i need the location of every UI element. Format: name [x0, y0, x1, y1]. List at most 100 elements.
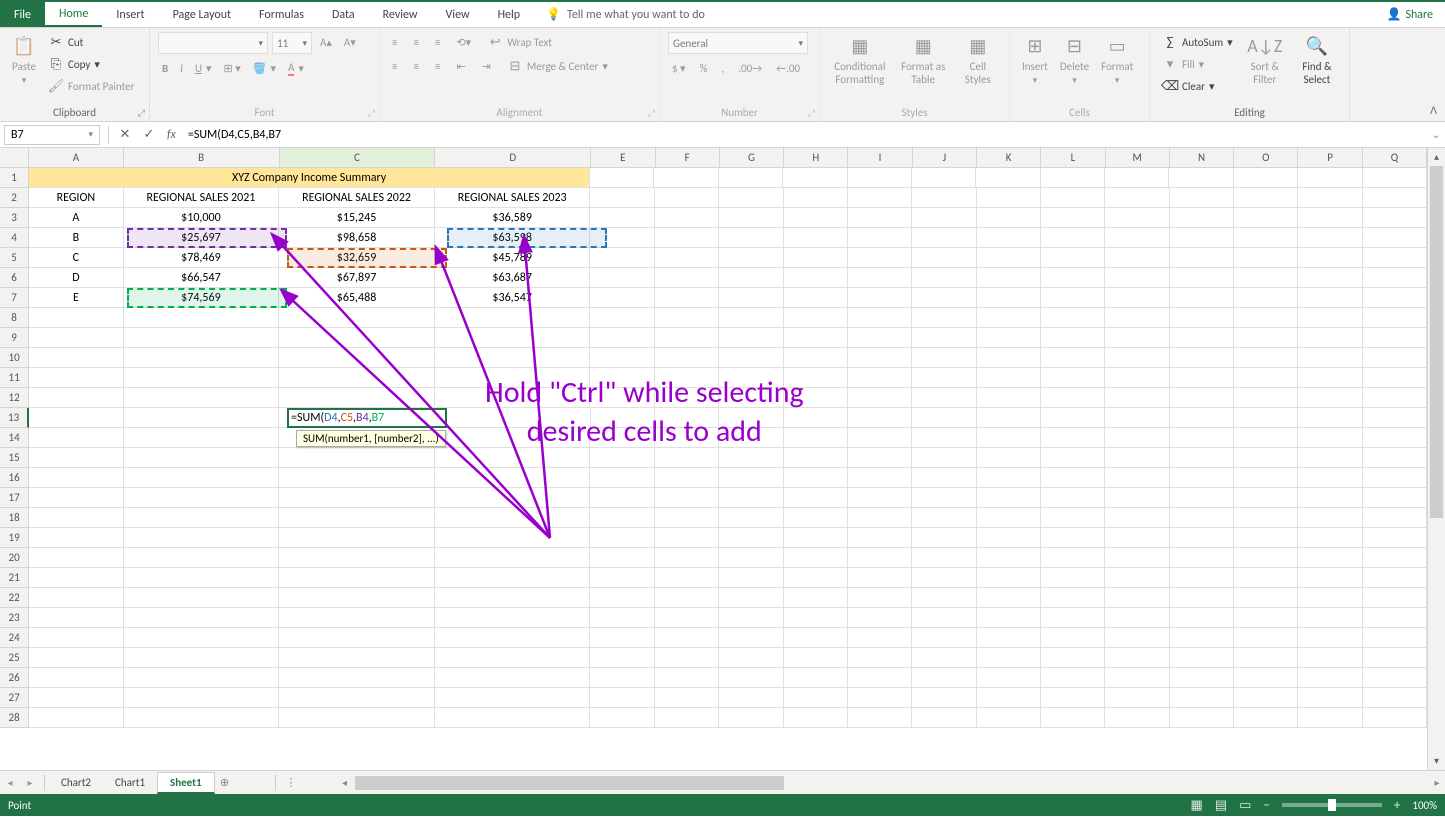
cell-P23[interactable] [1298, 608, 1362, 628]
cell-L7[interactable] [1041, 288, 1105, 308]
cell-J2[interactable] [912, 188, 976, 208]
bold-button[interactable]: B [158, 58, 172, 78]
cell-F16[interactable] [655, 468, 719, 488]
insert-cells-button[interactable]: ⊞Insert▾ [1018, 32, 1052, 88]
align-top-button[interactable]: ≡ [388, 32, 401, 52]
cell-L17[interactable] [1041, 488, 1105, 508]
cell-E9[interactable] [590, 328, 654, 348]
cell-M27[interactable] [1105, 688, 1169, 708]
cell-J12[interactable] [912, 388, 976, 408]
cell-N14[interactable] [1170, 428, 1234, 448]
cell-G9[interactable] [719, 328, 783, 348]
zoom-in-button[interactable]: + [1394, 798, 1400, 813]
sheet-tab-chart2[interactable]: Chart2 [49, 772, 103, 794]
cell-Q22[interactable] [1363, 588, 1427, 608]
cell-I24[interactable] [848, 628, 912, 648]
cell-N20[interactable] [1170, 548, 1234, 568]
cell-C27[interactable] [279, 688, 435, 708]
cell-K19[interactable] [977, 528, 1041, 548]
cell-E4[interactable] [590, 228, 654, 248]
cell-D24[interactable] [435, 628, 591, 648]
cell-N27[interactable] [1170, 688, 1234, 708]
alignment-launcher-icon[interactable]: ⤢ [648, 108, 655, 119]
cell-Q13[interactable] [1363, 408, 1427, 428]
cell-A17[interactable] [29, 488, 123, 508]
cell-L13[interactable] [1041, 408, 1105, 428]
clear-button[interactable]: ⌫Clear ▾ [1158, 76, 1237, 96]
cell-K24[interactable] [977, 628, 1041, 648]
cell-I13[interactable] [848, 408, 912, 428]
cell-O3[interactable] [1234, 208, 1298, 228]
cell-C17[interactable] [279, 488, 435, 508]
cell-Q24[interactable] [1363, 628, 1427, 648]
cell-C16[interactable] [279, 468, 435, 488]
cell-Q25[interactable] [1363, 648, 1427, 668]
cell-K17[interactable] [977, 488, 1041, 508]
cell-O17[interactable] [1234, 488, 1298, 508]
row-header-23[interactable]: 23 [0, 608, 29, 628]
cell-H25[interactable] [784, 648, 848, 668]
cell-M15[interactable] [1105, 448, 1169, 468]
cell-P24[interactable] [1298, 628, 1362, 648]
cell-Q2[interactable] [1363, 188, 1427, 208]
align-left-button[interactable]: ≡ [388, 56, 401, 76]
cell-O2[interactable] [1234, 188, 1298, 208]
cell-P17[interactable] [1298, 488, 1362, 508]
cell-N16[interactable] [1170, 468, 1234, 488]
row-header-12[interactable]: 12 [0, 388, 29, 408]
cell-styles-button[interactable]: ▦Cell Styles [955, 32, 1001, 88]
cell-O8[interactable] [1234, 308, 1298, 328]
cell-B2[interactable]: REGIONAL SALES 2021 [124, 188, 280, 208]
cell-A11[interactable] [29, 368, 123, 388]
cell-Q8[interactable] [1363, 308, 1427, 328]
cell-B15[interactable] [124, 448, 280, 468]
cell-N19[interactable] [1170, 528, 1234, 548]
row-header-16[interactable]: 16 [0, 468, 29, 488]
cell-L26[interactable] [1041, 668, 1105, 688]
cell-J19[interactable] [912, 528, 976, 548]
cell-A22[interactable] [29, 588, 123, 608]
cell-K6[interactable] [977, 268, 1041, 288]
cell-C2[interactable]: REGIONAL SALES 2022 [279, 188, 435, 208]
cell-C5[interactable]: $32,659 [279, 248, 435, 268]
cell-H19[interactable] [784, 528, 848, 548]
row-header-19[interactable]: 19 [0, 528, 29, 548]
cell-P10[interactable] [1298, 348, 1362, 368]
row-header-28[interactable]: 28 [0, 708, 29, 728]
cell-B18[interactable] [124, 508, 280, 528]
zoom-level[interactable]: 100% [1412, 799, 1437, 812]
cell-A16[interactable] [29, 468, 123, 488]
cell-L9[interactable] [1041, 328, 1105, 348]
cell-M22[interactable] [1105, 588, 1169, 608]
tab-data[interactable]: Data [318, 2, 369, 27]
cell-B17[interactable] [124, 488, 280, 508]
orientation-button[interactable]: ⟲▾ [452, 32, 475, 52]
cell-M18[interactable] [1105, 508, 1169, 528]
cell-L12[interactable] [1041, 388, 1105, 408]
col-header-B[interactable]: B [124, 148, 280, 167]
cell-H4[interactable] [784, 228, 848, 248]
align-center-button[interactable]: ≡ [409, 56, 422, 76]
cell-F27[interactable] [655, 688, 719, 708]
cell-B27[interactable] [124, 688, 280, 708]
cell-G23[interactable] [719, 608, 783, 628]
cell-A13[interactable] [29, 408, 123, 428]
fill-button[interactable]: ▾Fill ▾ [1158, 54, 1237, 74]
cell-J10[interactable] [912, 348, 976, 368]
cell-N9[interactable] [1170, 328, 1234, 348]
col-header-O[interactable]: O [1234, 148, 1298, 167]
cell-E7[interactable] [590, 288, 654, 308]
cell-K27[interactable] [977, 688, 1041, 708]
cell-P15[interactable] [1298, 448, 1362, 468]
cell-I10[interactable] [848, 348, 912, 368]
cell-C21[interactable] [279, 568, 435, 588]
cell-M14[interactable] [1105, 428, 1169, 448]
cell-I3[interactable] [848, 208, 912, 228]
cell-L23[interactable] [1041, 608, 1105, 628]
cell-B5[interactable]: $78,469 [124, 248, 280, 268]
tab-formulas[interactable]: Formulas [245, 2, 318, 27]
col-header-E[interactable]: E [591, 148, 655, 167]
cell-O7[interactable] [1234, 288, 1298, 308]
cell-E1[interactable] [590, 168, 654, 188]
cell-C15[interactable] [279, 448, 435, 468]
